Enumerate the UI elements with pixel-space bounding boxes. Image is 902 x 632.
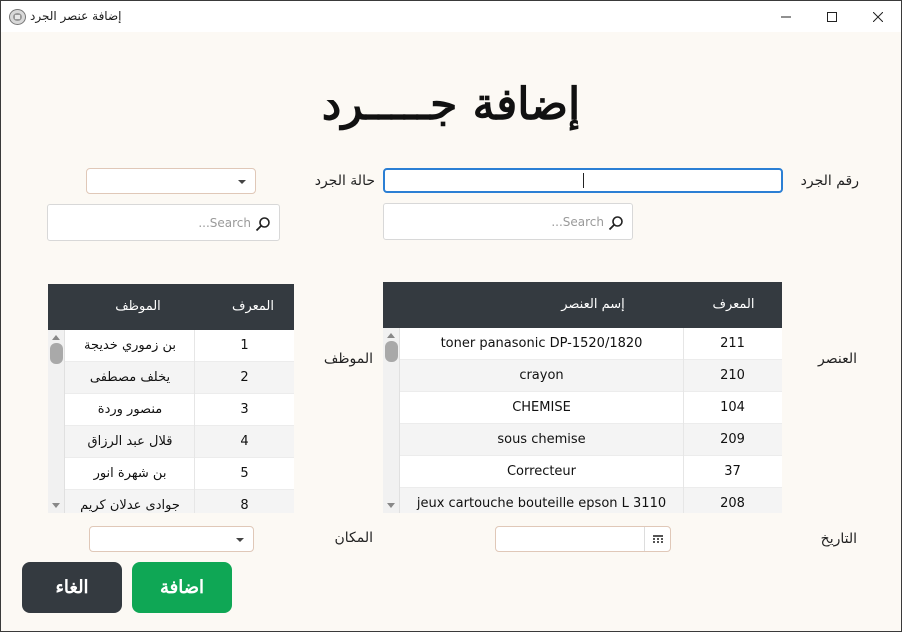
item-search-input[interactable] — [390, 212, 604, 232]
table-row[interactable]: جوادى عدلان كريم 8 — [65, 490, 294, 513]
scroll-up-icon[interactable] — [387, 333, 395, 338]
employees-column-id[interactable]: المعرف — [212, 299, 294, 314]
item-name-cell: Correcteur — [506, 464, 577, 479]
employee-id-cell: 8 — [240, 498, 249, 513]
employee-name-cell: منصور وردة — [97, 402, 163, 417]
item-id-cell: 211 — [720, 336, 745, 351]
table-row[interactable]: بن زموري خديجة 1 — [65, 330, 294, 362]
date-picker[interactable] — [495, 526, 671, 552]
chevron-down-icon[interactable] — [236, 538, 244, 542]
calendar-button[interactable] — [644, 527, 670, 551]
items-column-id[interactable]: المعرف — [685, 297, 782, 312]
table-row[interactable]: CHEMISE 104 — [400, 392, 782, 424]
employees-table: الموظف المعرف بن زموري خديجة 1 يخلف مصطف… — [48, 284, 294, 513]
add-button[interactable]: اضافة — [132, 562, 232, 613]
employees-table-header: الموظف المعرف — [48, 284, 294, 330]
item-search-box — [383, 203, 633, 240]
page-title: إضافة جـــــرد — [321, 79, 581, 130]
maximize-button[interactable] — [809, 1, 855, 32]
table-row[interactable]: toner panasonic DP-1520/1820 211 — [400, 328, 782, 360]
inventory-number-label: رقم الجرد — [800, 173, 859, 189]
close-icon — [873, 11, 883, 22]
column-divider — [194, 330, 195, 513]
app-window: إضافة عنصر الجرد إضافة جـــــرد رقم الجر… — [0, 0, 902, 632]
title-bar: إضافة عنصر الجرد — [1, 1, 901, 32]
calendar-icon — [652, 534, 663, 543]
maximize-icon — [827, 11, 837, 22]
employee-name-cell: بن زموري خديجة — [83, 338, 177, 353]
employees-scrollbar[interactable] — [48, 330, 65, 513]
table-row[interactable]: jeux cartouche bouteille epson L 3110 20… — [400, 488, 782, 513]
text-caret — [583, 173, 584, 188]
employee-label: الموظف — [323, 351, 373, 367]
table-row[interactable]: Correcteur 37 — [400, 456, 782, 488]
employee-id-cell: 2 — [240, 370, 249, 385]
table-row[interactable]: sous chemise 209 — [400, 424, 782, 456]
chevron-down-icon[interactable] — [238, 180, 246, 184]
item-id-cell: 208 — [720, 496, 745, 511]
scroll-down-icon[interactable] — [52, 503, 60, 508]
items-scrollbar[interactable] — [383, 328, 400, 513]
items-table-header: إسم العنصر المعرف — [383, 282, 782, 328]
table-row[interactable]: قلال عبد الرزاق 4 — [65, 426, 294, 458]
minimize-button[interactable] — [763, 1, 809, 32]
employee-search-input[interactable] — [54, 213, 251, 233]
item-name-cell: sous chemise — [497, 432, 586, 447]
item-name-cell: CHEMISE — [512, 400, 571, 415]
employee-id-cell: 1 — [240, 338, 249, 353]
employee-name-cell: جوادى عدلان كريم — [80, 498, 180, 513]
employee-name-cell: قلال عبد الرزاق — [87, 434, 173, 449]
item-name-cell: crayon — [519, 368, 564, 383]
place-combo[interactable] — [89, 526, 254, 552]
items-column-name[interactable]: إسم العنصر — [533, 297, 653, 312]
employee-id-cell: 4 — [240, 434, 249, 449]
employees-column-name[interactable]: الموظف — [78, 299, 198, 314]
table-row[interactable]: crayon 210 — [400, 360, 782, 392]
minimize-icon — [781, 16, 791, 17]
scroll-thumb[interactable] — [50, 343, 63, 364]
table-row[interactable]: يخلف مصطفى 2 — [65, 362, 294, 394]
inventory-status-combo[interactable] — [86, 168, 256, 194]
inventory-status-label: حالة الجرد — [314, 173, 375, 189]
employee-name-cell: بن شهرة انور — [93, 466, 167, 481]
scroll-up-icon[interactable] — [52, 335, 60, 340]
scroll-thumb[interactable] — [385, 341, 398, 362]
cancel-button[interactable]: الغاء — [22, 562, 122, 613]
search-icon[interactable] — [608, 215, 624, 231]
search-icon[interactable] — [255, 216, 271, 232]
items-table: إسم العنصر المعرف toner panasonic DP-152… — [383, 282, 782, 513]
column-divider — [683, 328, 684, 513]
employee-id-cell: 5 — [240, 466, 249, 481]
item-id-cell: 37 — [724, 464, 741, 479]
item-id-cell: 209 — [720, 432, 745, 447]
table-row[interactable]: بن شهرة انور 5 — [65, 458, 294, 490]
scroll-down-icon[interactable] — [387, 503, 395, 508]
close-button[interactable] — [855, 1, 901, 32]
item-name-cell: toner panasonic DP-1520/1820 — [440, 336, 643, 351]
app-logo-icon — [9, 9, 26, 25]
item-id-cell: 104 — [720, 400, 745, 415]
window-title: إضافة عنصر الجرد — [30, 9, 122, 23]
employee-search-box — [47, 204, 280, 241]
employee-id-cell: 3 — [240, 402, 249, 417]
place-label: المكان — [334, 530, 373, 546]
item-name-cell: jeux cartouche bouteille epson L 3110 — [416, 496, 667, 511]
item-id-cell: 210 — [720, 368, 745, 383]
item-label: العنصر — [818, 351, 857, 367]
table-row[interactable]: منصور وردة 3 — [65, 394, 294, 426]
date-label: التاريخ — [820, 531, 857, 547]
employee-name-cell: يخلف مصطفى — [89, 370, 171, 385]
